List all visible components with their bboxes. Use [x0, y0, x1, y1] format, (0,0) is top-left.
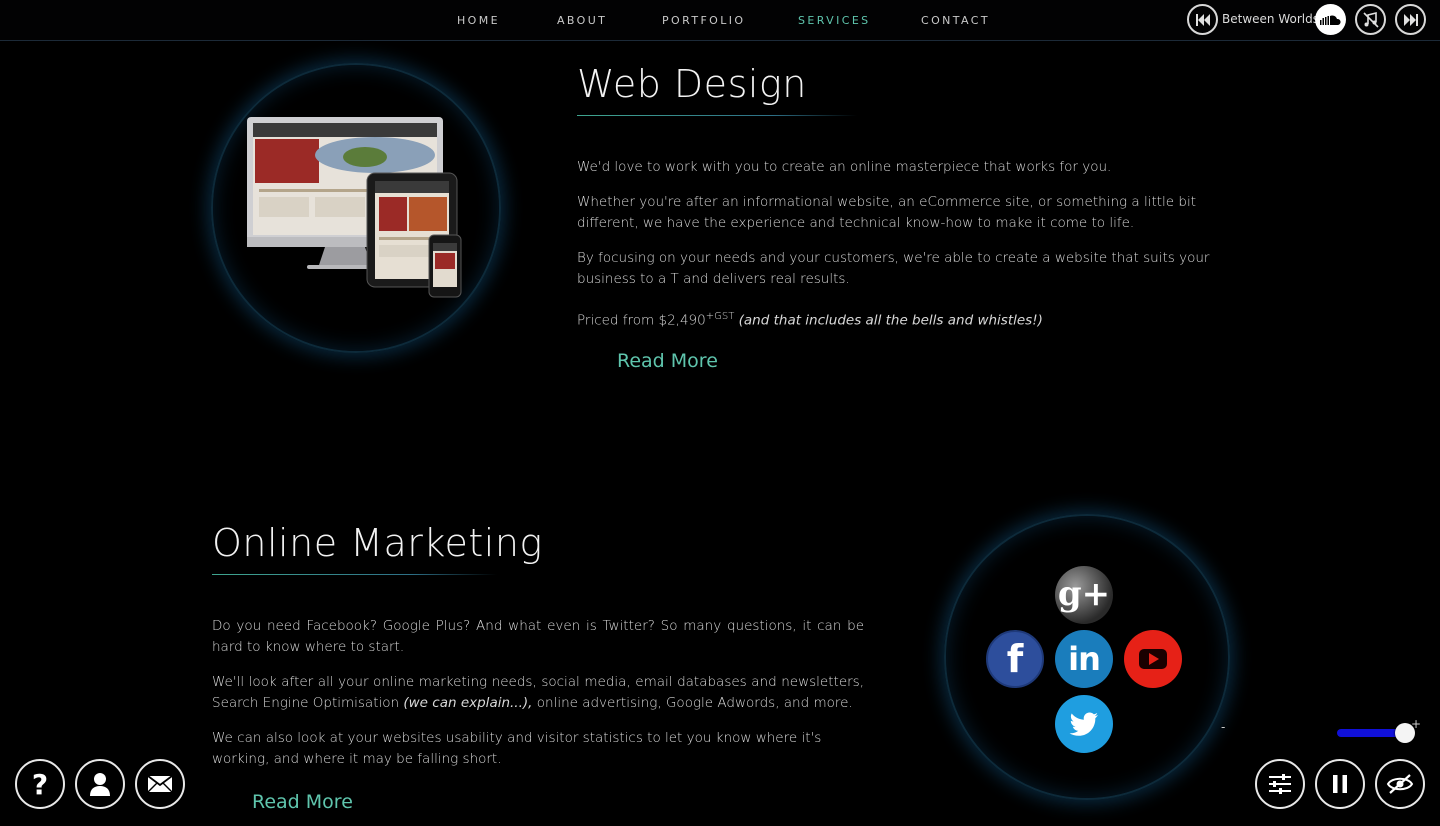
previous-track-icon	[1195, 13, 1210, 26]
volume-plus: +	[1411, 717, 1422, 731]
next-track-icon	[1403, 13, 1418, 26]
price-note: (and that includes all the bells and whi…	[738, 312, 1043, 329]
soundcloud-icon	[1319, 14, 1341, 25]
user-icon	[90, 773, 110, 796]
online-marketing-paragraph-2: We'll look after all your online marketi…	[212, 672, 864, 714]
question-icon: ?	[31, 767, 49, 801]
youtube-play-icon	[1139, 649, 1167, 669]
linkedin-icon[interactable]: in	[1055, 630, 1113, 688]
web-design-paragraph-3: By focusing on your needs and your custo…	[577, 250, 1210, 287]
music-toggle-button[interactable]	[1355, 4, 1386, 35]
hide-content-button[interactable]	[1375, 759, 1425, 809]
google-plus-icon[interactable]: g+	[1055, 566, 1113, 624]
music-player: Between Worlds	[1180, 4, 1440, 36]
price-text: Priced from $2,490	[577, 312, 706, 329]
responsive-devices-image	[247, 117, 462, 298]
twitter-bird-icon	[1069, 712, 1098, 736]
web-design-price: Priced from $2,490+GST (and that include…	[577, 306, 1232, 332]
online-marketing-read-more-link[interactable]: Read More	[252, 791, 353, 813]
next-track-button[interactable]	[1395, 4, 1426, 35]
web-design-paragraph-2: Whether you're after an informational we…	[577, 194, 1197, 231]
track-title: Between Worlds	[1222, 12, 1319, 26]
web-design-paragraph-1: We'd love to work with you to create an …	[577, 159, 1112, 175]
volume-slider[interactable]	[1337, 723, 1416, 743]
nav-portfolio[interactable]: PORTFOLIO	[662, 14, 745, 27]
online-marketing-p2-end: online advertising, Google Adwords, and …	[536, 695, 853, 711]
sliders-icon	[1269, 774, 1291, 794]
price-gst: +GST	[705, 311, 735, 322]
web-design-read-more-link[interactable]: Read More	[617, 350, 718, 372]
online-marketing-paragraph-3: We can also look at your websites usabil…	[212, 730, 822, 767]
profile-button[interactable]	[75, 759, 125, 809]
facebook-icon[interactable]: f	[986, 630, 1044, 688]
music-off-icon	[1362, 11, 1379, 28]
pause-icon	[1333, 775, 1347, 793]
twitter-icon[interactable]	[1055, 695, 1113, 753]
envelope-icon	[147, 775, 173, 793]
soundcloud-button[interactable]	[1315, 4, 1346, 35]
pause-button[interactable]	[1315, 759, 1365, 809]
volume-minus: -	[1221, 720, 1226, 734]
online-marketing-title: Online Marketing	[212, 521, 543, 565]
nav-services[interactable]: SERVICES	[798, 14, 871, 27]
nav-home[interactable]: HOME	[457, 14, 500, 27]
help-button[interactable]: ?	[15, 759, 65, 809]
youtube-icon[interactable]	[1124, 630, 1182, 688]
web-design-title: Web Design	[577, 62, 807, 106]
nav-contact[interactable]: CONTACT	[921, 14, 990, 27]
eye-off-icon	[1386, 774, 1414, 794]
web-design-title-underline	[577, 115, 857, 116]
email-button[interactable]	[135, 759, 185, 809]
previous-track-button[interactable]	[1187, 4, 1218, 35]
online-marketing-paragraph-1: Do you need Facebook? Google Plus? And w…	[212, 618, 864, 655]
nav-about[interactable]: ABOUT	[557, 14, 607, 27]
online-marketing-title-underline	[212, 574, 497, 575]
top-navbar: HOME ABOUT PORTFOLIO SERVICES CONTACT Be…	[0, 0, 1440, 41]
online-marketing-p2-aside: (we can explain...),	[403, 695, 533, 711]
settings-button[interactable]	[1255, 759, 1305, 809]
